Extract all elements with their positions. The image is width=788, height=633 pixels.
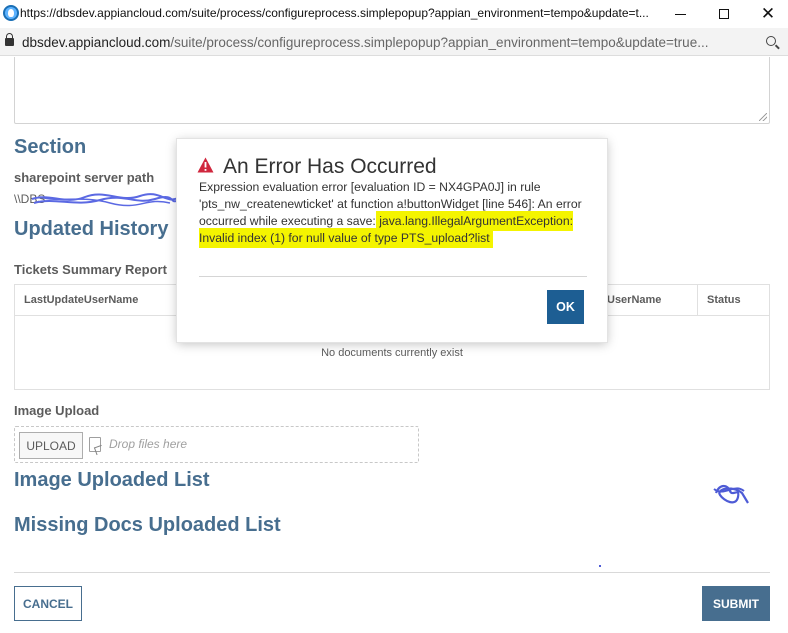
address-path: /suite/process/configureprocess.simplepo… <box>170 35 709 50</box>
minimize-icon <box>674 13 686 15</box>
address-host: dbsdev.appiancloud.com <box>22 35 171 50</box>
ok-button[interactable]: OK <box>547 290 584 324</box>
minimize-button[interactable] <box>660 0 700 28</box>
page-content: Section sharepoint server path \\DBS Upd… <box>0 57 788 633</box>
close-window-button[interactable]: ✕ <box>748 0 788 28</box>
dialog-divider <box>199 276 587 277</box>
address-bar[interactable]: dbsdev.appiancloud.com/suite/process/con… <box>0 28 788 56</box>
maximize-button[interactable] <box>704 0 744 28</box>
close-icon: ✕ <box>760 3 776 24</box>
zoom-icon[interactable] <box>766 36 776 46</box>
warning-triangle-icon <box>197 157 214 173</box>
edge-browser-icon <box>3 5 19 21</box>
window-title: https://dbsdev.appiancloud.com/suite/pro… <box>20 6 649 20</box>
lock-icon[interactable] <box>5 33 14 46</box>
window-title-bar: https://dbsdev.appiancloud.com/suite/pro… <box>0 0 788 28</box>
dialog-title: An Error Has Occurred <box>223 155 437 178</box>
error-message: Expression evaluation error [evaluation … <box>199 179 591 247</box>
address-url[interactable]: dbsdev.appiancloud.com/suite/process/con… <box>22 35 752 50</box>
error-dialog: An Error Has Occurred Expression evaluat… <box>177 139 607 342</box>
maximize-icon <box>719 9 729 19</box>
